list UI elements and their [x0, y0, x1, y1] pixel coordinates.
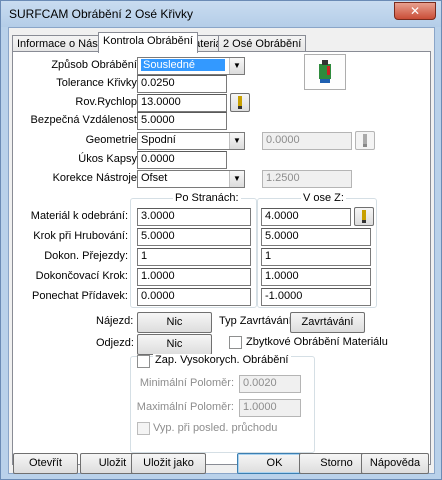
- leave-stock-side-field[interactable]: 0.0000: [137, 288, 251, 306]
- rough-step-side-field[interactable]: 5.0000: [137, 228, 251, 246]
- tool-icon: [319, 60, 331, 83]
- min-radius-label: Minimální Poloměr:: [139, 377, 234, 389]
- finish-step-label: Dokončovací Krok:: [35, 270, 128, 282]
- pick-rapid-button[interactable]: [230, 93, 250, 112]
- window-title: SURFCAM Obrábění 2 Osé Křivky: [9, 7, 194, 21]
- chevron-down-icon[interactable]: ▼: [229, 58, 244, 74]
- title-bar[interactable]: SURFCAM Obrábění 2 Osé Křivky ✕: [1, 1, 441, 27]
- dialog-client: Informace o Nástroji Kontrola Obrábění M…: [8, 27, 435, 474]
- tool-preview-image: [304, 54, 346, 90]
- compensation-extra-field: 1.2500: [262, 170, 352, 188]
- finish-step-z-field[interactable]: 1.0000: [261, 268, 371, 286]
- finish-passes-label: Dokon. Přejezdy:: [44, 250, 128, 262]
- ramp-button[interactable]: Zavrtávání: [290, 312, 365, 333]
- side-group-title: Po Stranách:: [173, 192, 241, 204]
- compensation-label: Korekce Nástroje:: [52, 172, 140, 184]
- save-as-button[interactable]: Uložit jako: [131, 453, 206, 474]
- geometry-extra-field: 0.0000: [262, 132, 352, 150]
- compensation-value: Ofset: [141, 172, 168, 184]
- finish-passes-side-field[interactable]: 1: [137, 248, 251, 266]
- plunge-label: Nájezd:: [96, 315, 134, 327]
- method-label: Způsob Obrábění:: [51, 59, 140, 71]
- tolerance-label: Tolerance Křivky:: [56, 77, 140, 89]
- stock-label: Materiál k odebrání:: [30, 210, 128, 222]
- help-button[interactable]: Nápověda: [361, 453, 429, 474]
- rough-step-z-field[interactable]: 5.0000: [261, 228, 371, 246]
- pencil-icon: [362, 210, 366, 223]
- leave-stock-z-field[interactable]: -1.0000: [261, 288, 371, 306]
- max-radius-label: Maximální Poloměr:: [136, 401, 234, 413]
- remaining-material-label: Zbytkové Obrábění Materiálu: [246, 336, 388, 348]
- leave-stock-label: Ponechat Přídavek:: [31, 290, 128, 302]
- taper-label: Úkos Kapsy:: [78, 153, 140, 165]
- geometry-value: Spodní: [141, 134, 176, 146]
- pencil-icon: [363, 134, 367, 147]
- pick-stock-z-button[interactable]: [354, 207, 374, 226]
- pencil-icon: [238, 96, 242, 109]
- chevron-down-icon[interactable]: ▼: [229, 133, 244, 149]
- method-select[interactable]: Sousledné ▼: [137, 57, 245, 75]
- dialog-window: SURFCAM Obrábění 2 Osé Křivky ✕ Informac…: [0, 0, 442, 480]
- finish-step-side-field[interactable]: 1.0000: [137, 268, 251, 286]
- geometry-label: Geometrie:: [85, 134, 140, 146]
- min-radius-field: 0.0020: [239, 375, 301, 393]
- exit-label: Odjezd:: [96, 337, 134, 349]
- remaining-material-checkbox[interactable]: [229, 336, 242, 349]
- method-value: Sousledné: [141, 59, 225, 71]
- machining-control-panel: Způsob Obrábění: Sousledné ▼ Tolerance K…: [12, 51, 431, 465]
- pick-geometry-button: [355, 131, 375, 150]
- rough-step-label: Krok při Hrubování:: [33, 230, 128, 242]
- z-group-title: V ose Z:: [301, 192, 346, 204]
- stock-z-field[interactable]: 4.0000: [261, 208, 351, 226]
- rapid-field[interactable]: 13.0000: [137, 94, 227, 112]
- rapid-label: Rov.Rychlop:: [75, 96, 140, 108]
- max-radius-field: 1.0000: [239, 399, 301, 417]
- geometry-select[interactable]: Spodní ▼: [137, 132, 245, 150]
- stock-side-field[interactable]: 3.0000: [137, 208, 251, 226]
- open-button[interactable]: Otevřít: [13, 453, 78, 474]
- last-pass-label: Vyp. při posled. průchodu: [153, 422, 278, 434]
- tab-2axis-machining[interactable]: 2 Osé Obrábění: [218, 35, 307, 52]
- close-button[interactable]: ✕: [394, 2, 436, 20]
- tab-machining-control[interactable]: Kontrola Obrábění: [98, 32, 198, 53]
- compensation-select[interactable]: Ofset ▼: [137, 170, 245, 188]
- plunge-button[interactable]: Nic: [137, 312, 212, 333]
- safe-distance-label: Bezpečná Vzdálenost:: [30, 114, 140, 126]
- ramp-label: Typ Zavrtávání:: [219, 315, 295, 327]
- hsm-title: Zap. Vysokorych. Obrábění: [153, 354, 291, 366]
- exit-button[interactable]: Nic: [137, 334, 212, 355]
- finish-passes-z-field[interactable]: 1: [261, 248, 371, 266]
- safe-distance-field[interactable]: 5.0000: [137, 112, 227, 130]
- chevron-down-icon[interactable]: ▼: [229, 171, 244, 187]
- tolerance-field[interactable]: 0.0250: [137, 75, 227, 93]
- taper-field[interactable]: 0.0000: [137, 151, 227, 169]
- last-pass-checkbox: [137, 422, 150, 435]
- hsm-checkbox[interactable]: [137, 355, 150, 368]
